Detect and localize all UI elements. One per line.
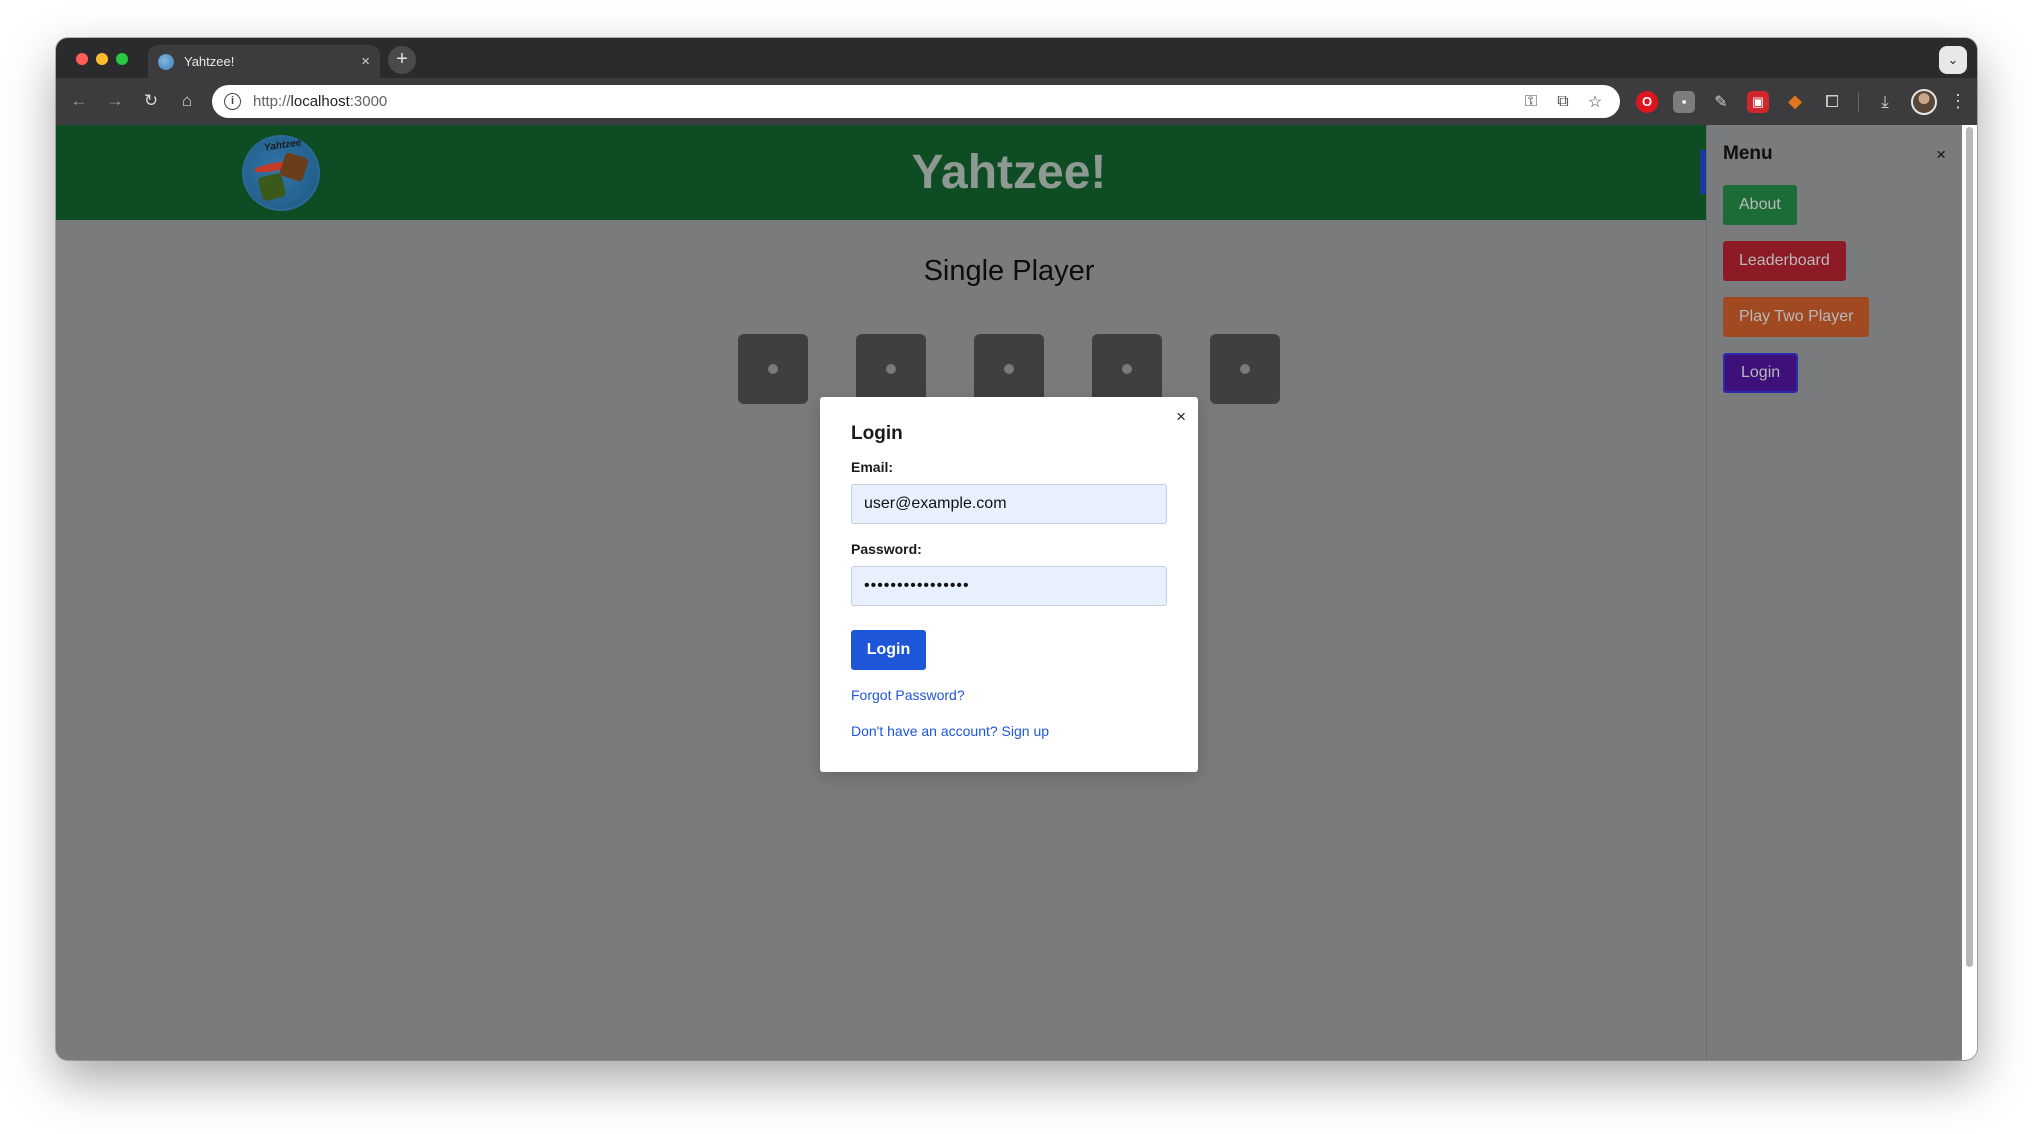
password-key-icon[interactable]: ⚿: [1518, 93, 1544, 111]
close-tab-icon[interactable]: ×: [361, 54, 370, 69]
scrollbar-thumb[interactable]: [1966, 127, 1973, 967]
die-5[interactable]: [1210, 334, 1280, 404]
password-label: Password:: [851, 541, 922, 557]
die-4[interactable]: [1092, 334, 1162, 404]
close-menu-icon[interactable]: ×: [1936, 145, 1946, 165]
die-pip: [886, 364, 896, 374]
login-modal: × Login Email: Password: Login Forgot Pa…: [820, 397, 1198, 772]
browser-menu-icon[interactable]: ⋮: [1949, 91, 1967, 112]
address-bar[interactable]: i http://localhost:3000 ⚿ ⧉ ☆: [212, 85, 1620, 118]
email-label: Email:: [851, 459, 894, 475]
fox-extension-icon[interactable]: ◆: [1784, 91, 1806, 113]
reload-icon[interactable]: ↻: [138, 88, 164, 114]
title-bar: Yahtzee! × + ⌄: [56, 38, 1977, 78]
extension-gray-icon[interactable]: ▪: [1673, 90, 1695, 113]
login-submit-button[interactable]: Login: [851, 630, 926, 670]
minimize-window-button[interactable]: [96, 53, 108, 65]
die-2[interactable]: [856, 334, 926, 404]
die-pip: [1004, 364, 1014, 374]
menu-title: Menu: [1723, 143, 1773, 164]
page-viewport: Yahtzee Yahtzee! Single Player × Login E…: [56, 125, 1977, 1060]
menu-two-player-button[interactable]: Play Two Player: [1723, 297, 1870, 337]
menu-leaderboard-button[interactable]: Leaderboard: [1723, 241, 1846, 281]
menu-login-button[interactable]: Login: [1723, 353, 1799, 393]
site-title: Yahtzee!: [911, 146, 1107, 199]
die-pip: [768, 364, 778, 374]
url-text[interactable]: http://localhost:3000: [253, 93, 1512, 110]
toolbar-divider: [1858, 91, 1859, 112]
scrollbar[interactable]: [1962, 125, 1977, 1060]
maximize-window-button[interactable]: [116, 53, 128, 65]
close-modal-icon[interactable]: ×: [1176, 407, 1186, 427]
home-icon[interactable]: ⌂: [174, 88, 200, 114]
password-field[interactable]: [851, 566, 1167, 606]
browser-window: Yahtzee! × + ⌄ ← → ↻ ⌂ i http://localhos…: [56, 38, 1977, 1060]
opera-extension-icon[interactable]: O: [1636, 90, 1658, 113]
close-window-button[interactable]: [76, 53, 88, 65]
new-tab-button[interactable]: +: [388, 46, 416, 74]
tab-yahtzee[interactable]: Yahtzee! ×: [148, 45, 380, 78]
back-arrow-icon[interactable]: ←: [66, 88, 92, 114]
die-pip: [1240, 364, 1250, 374]
modal-title: Login: [851, 423, 903, 444]
forward-arrow-icon[interactable]: →: [102, 88, 128, 114]
signup-link[interactable]: Don't have an account? Sign up: [851, 723, 1049, 739]
profile-avatar[interactable]: [1911, 88, 1937, 115]
tab-title: Yahtzee!: [184, 54, 235, 69]
forgot-password-link[interactable]: Forgot Password?: [851, 687, 965, 703]
menu-about-button[interactable]: About: [1723, 185, 1797, 225]
download-icon[interactable]: ⤓: [1874, 91, 1896, 113]
tab-search-button[interactable]: ⌄: [1939, 46, 1967, 74]
die-1[interactable]: [738, 334, 808, 404]
pen-extension-icon[interactable]: ✎: [1710, 91, 1732, 113]
browser-toolbar: ← → ↻ ⌂ i http://localhost:3000 ⚿ ⧉ ☆ O …: [56, 78, 1977, 125]
extensions-area: O ▪ ✎ ▣ ◆ ⧠ ⤓ ⋮: [1636, 88, 1967, 115]
game-mode-title: Single Player: [923, 255, 1095, 287]
die-3[interactable]: [974, 334, 1044, 404]
red-extension-icon[interactable]: ▣: [1747, 90, 1769, 113]
extensions-puzzle-icon[interactable]: ⧠: [1821, 91, 1843, 113]
install-app-icon[interactable]: ⧉: [1550, 93, 1576, 111]
email-field[interactable]: [851, 484, 1167, 524]
bookmark-star-icon[interactable]: ☆: [1582, 92, 1608, 112]
dice-favicon-icon: [158, 53, 174, 70]
side-menu: Menu × About Leaderboard Play Two Player…: [1706, 125, 1962, 1060]
site-info-icon[interactable]: i: [224, 93, 241, 110]
die-pip: [1122, 364, 1132, 374]
